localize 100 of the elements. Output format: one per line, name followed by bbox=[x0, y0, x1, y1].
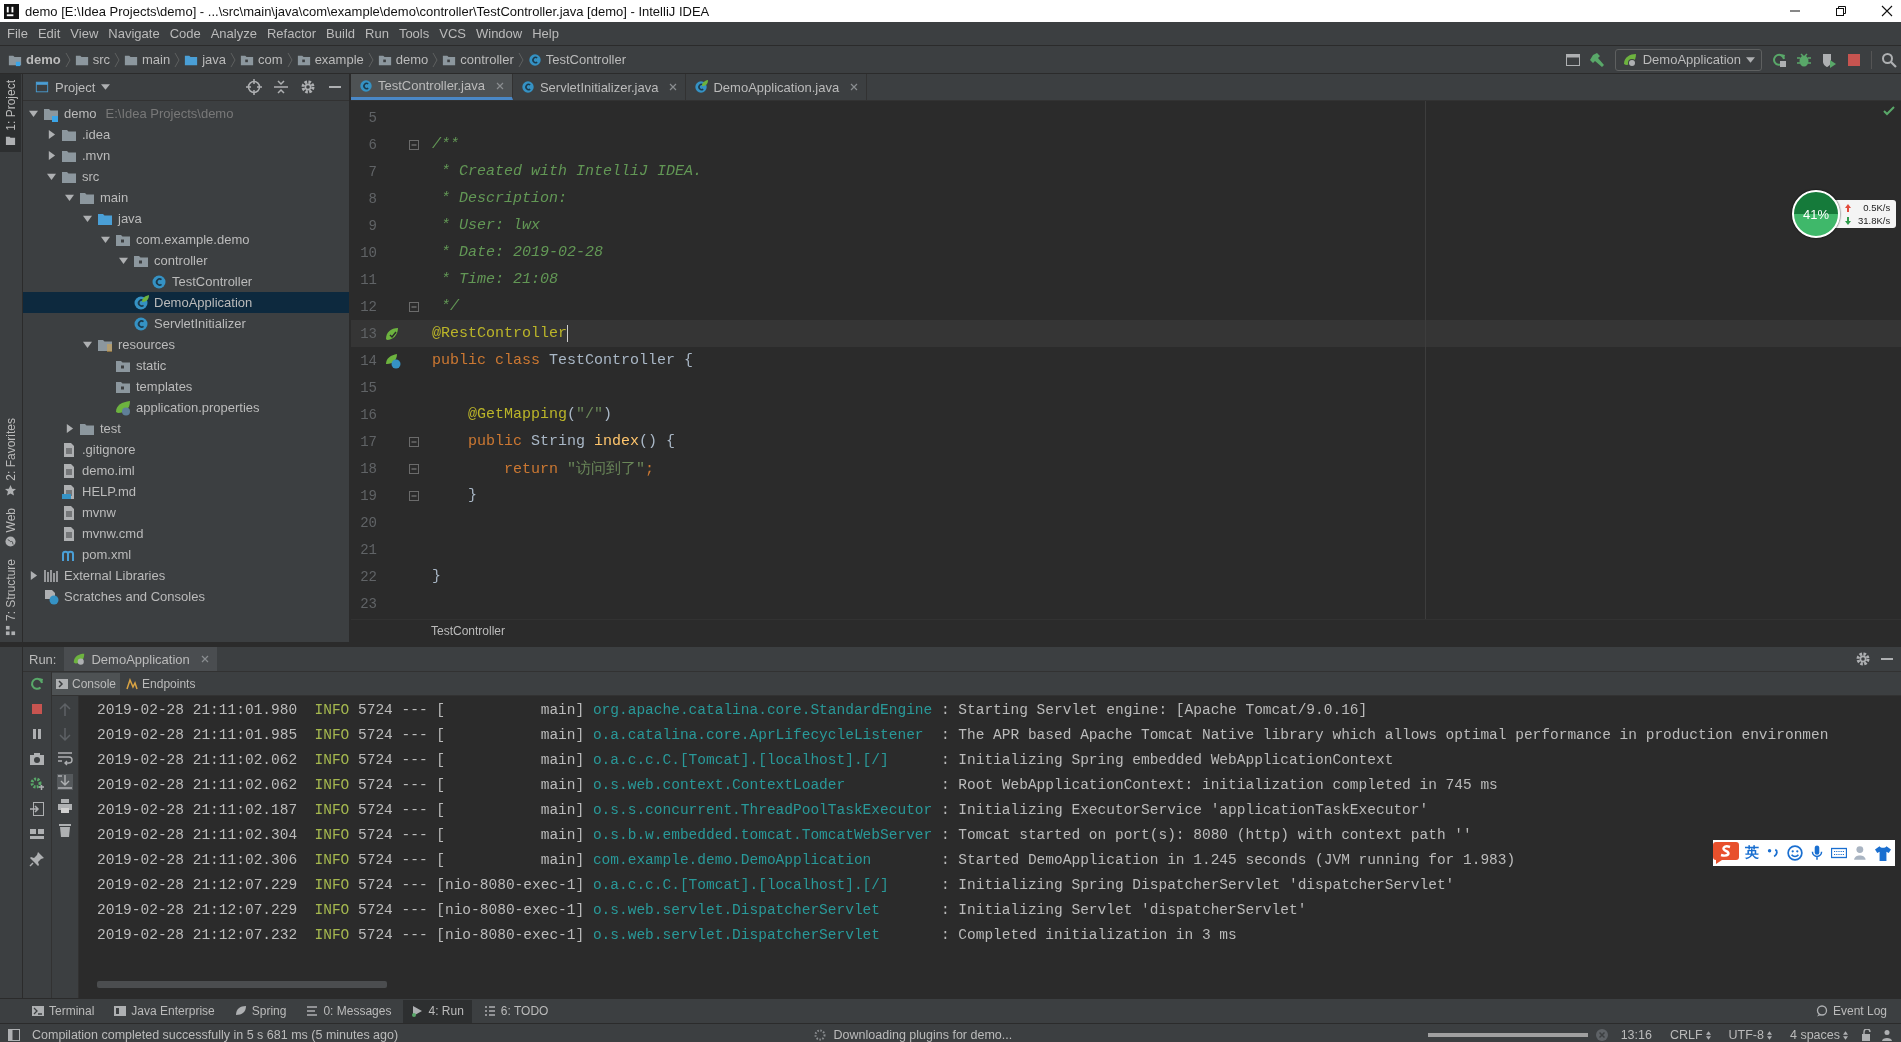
menu-item[interactable]: Analyze bbox=[205, 26, 262, 41]
tree-item[interactable]: src bbox=[23, 166, 349, 187]
expand-arrow-icon[interactable] bbox=[47, 130, 56, 139]
menu-item[interactable]: View bbox=[65, 26, 104, 41]
tree-item[interactable]: application.properties bbox=[23, 397, 349, 418]
console-tab[interactable]: Console bbox=[52, 672, 121, 695]
camera-icon[interactable] bbox=[29, 751, 45, 767]
menu-item[interactable]: Refactor bbox=[261, 26, 322, 41]
scroll-to-end-icon[interactable] bbox=[57, 774, 73, 790]
lock-icon[interactable] bbox=[1861, 1029, 1873, 1041]
expand-arrow-icon[interactable] bbox=[101, 235, 110, 244]
expand-arrow-icon[interactable] bbox=[65, 193, 74, 202]
menu-item[interactable]: Edit bbox=[32, 26, 66, 41]
close-icon[interactable] bbox=[1881, 5, 1893, 17]
settings-icon[interactable] bbox=[300, 79, 316, 95]
tree-item[interactable]: mvnw.cmd bbox=[23, 523, 349, 544]
tree-item[interactable]: External Libraries bbox=[23, 565, 349, 586]
tool-window-tab[interactable]: 1: Project bbox=[0, 74, 21, 152]
expand-arrow-icon[interactable] bbox=[119, 256, 128, 265]
breadcrumb-item[interactable]: src bbox=[74, 52, 110, 67]
tool-window-tab[interactable]: Web bbox=[0, 501, 21, 553]
gear-icon[interactable] bbox=[29, 776, 45, 792]
stop-icon[interactable] bbox=[29, 701, 45, 717]
tree-item[interactable]: DemoApplication bbox=[23, 292, 349, 313]
rerun-icon[interactable] bbox=[29, 676, 45, 692]
bug-icon[interactable] bbox=[1796, 51, 1812, 68]
tool-window-tab[interactable]: 7: Structure bbox=[0, 552, 21, 642]
tree-item[interactable]: demo.iml bbox=[23, 460, 349, 481]
tool-window-button[interactable]: 0: Messages bbox=[298, 999, 400, 1023]
editor-tab[interactable]: DemoApplication.java bbox=[686, 74, 868, 100]
menu-item[interactable]: Help bbox=[527, 26, 564, 41]
settings-icon[interactable] bbox=[1855, 651, 1871, 667]
run-configuration-dropdown[interactable]: DemoApplication bbox=[1614, 48, 1762, 71]
run-tab[interactable]: DemoApplication bbox=[64, 647, 217, 671]
tree-item[interactable]: HELP.md bbox=[23, 481, 349, 502]
tree-item[interactable]: .gitignore bbox=[23, 439, 349, 460]
project-view-dropdown[interactable]: Project bbox=[29, 78, 117, 96]
status-item[interactable]: CRLF bbox=[1664, 1028, 1716, 1042]
smiley-icon[interactable] bbox=[1787, 845, 1803, 861]
expand-arrow-icon[interactable] bbox=[29, 571, 38, 580]
tree-item[interactable]: pom.xml bbox=[23, 544, 349, 565]
stop-icon[interactable] bbox=[1846, 51, 1862, 68]
breadcrumb-item[interactable]: TestController bbox=[527, 52, 626, 67]
fold-marker-icon[interactable] bbox=[409, 301, 419, 312]
person-icon[interactable] bbox=[1881, 1029, 1893, 1041]
bean-icon[interactable] bbox=[385, 325, 401, 342]
expand-arrow-icon[interactable] bbox=[83, 214, 92, 223]
caret-position[interactable]: 13:16 bbox=[1615, 1028, 1657, 1042]
tool-window-button[interactable]: Spring bbox=[226, 999, 295, 1023]
crosshair-icon[interactable] bbox=[246, 79, 262, 95]
event-log-button[interactable]: Event Log bbox=[1807, 999, 1895, 1023]
menu-item[interactable]: Tools bbox=[393, 26, 435, 41]
menu-item[interactable]: Build bbox=[321, 26, 360, 41]
breadcrumb-item[interactable]: example bbox=[296, 52, 364, 67]
tree-item[interactable]: Scratches and Consoles bbox=[23, 586, 349, 607]
print-icon[interactable] bbox=[57, 798, 73, 814]
microphone-icon[interactable] bbox=[1809, 845, 1825, 861]
tree-item[interactable]: demo E:\Idea Projects\demo bbox=[23, 103, 349, 124]
tree-item[interactable]: main bbox=[23, 187, 349, 208]
trash-icon[interactable] bbox=[57, 822, 73, 838]
input-mode-label[interactable]: 英 bbox=[1745, 844, 1759, 862]
tree-item[interactable]: templates bbox=[23, 376, 349, 397]
tree-item[interactable]: .mvn bbox=[23, 145, 349, 166]
scrollbar-thumb[interactable] bbox=[97, 981, 387, 988]
menu-item[interactable]: Code bbox=[164, 26, 206, 41]
tool-window-button[interactable]: 4: Run bbox=[403, 999, 472, 1023]
tool-window-tab[interactable]: 2: Favorites bbox=[0, 411, 21, 502]
menu-item[interactable]: VCS bbox=[434, 26, 471, 41]
breadcrumb-item[interactable]: main bbox=[124, 52, 171, 67]
tree-item[interactable]: com.example.demo bbox=[23, 229, 349, 250]
menu-item[interactable]: Navigate bbox=[103, 26, 165, 41]
tree-item[interactable]: mvnw bbox=[23, 502, 349, 523]
tree-item[interactable]: controller bbox=[23, 250, 349, 271]
window-icon[interactable] bbox=[1564, 51, 1581, 68]
tree-item[interactable]: resources bbox=[23, 334, 349, 355]
breadcrumb-item[interactable]: java bbox=[184, 52, 227, 67]
console-tab[interactable]: Endpoints bbox=[122, 672, 200, 695]
tree-item[interactable]: ServletInitializer bbox=[23, 313, 349, 334]
layout-icon[interactable] bbox=[29, 826, 45, 842]
editor-tab[interactable]: ServletInitializer.java bbox=[512, 74, 687, 100]
menu-item[interactable]: Run bbox=[360, 26, 394, 41]
expand-arrow-icon[interactable] bbox=[83, 340, 92, 349]
restore-icon[interactable] bbox=[1835, 5, 1847, 17]
spring-class-icon[interactable] bbox=[385, 352, 401, 369]
tool-window-button[interactable]: Terminal bbox=[24, 999, 103, 1023]
breadcrumb-item[interactable]: com bbox=[240, 52, 283, 67]
shirt-icon[interactable] bbox=[1875, 845, 1891, 861]
editor-tab[interactable]: TestController.java bbox=[351, 74, 513, 100]
editor-breadcrumb[interactable]: TestController bbox=[431, 624, 506, 638]
tree-item[interactable]: .idea bbox=[23, 124, 349, 145]
fold-marker-icon[interactable] bbox=[409, 139, 419, 150]
fold-marker-icon[interactable] bbox=[409, 490, 419, 501]
menu-item[interactable]: File bbox=[2, 26, 33, 41]
fold-marker-icon[interactable] bbox=[409, 436, 419, 447]
hammer-icon[interactable] bbox=[1589, 51, 1606, 68]
expand-arrow-icon[interactable] bbox=[65, 424, 74, 433]
tree-item[interactable]: static bbox=[23, 355, 349, 376]
collapse-icon[interactable] bbox=[273, 79, 289, 95]
expand-arrow-icon[interactable] bbox=[47, 151, 56, 160]
tool-window-button[interactable]: Java Enterprise bbox=[106, 999, 223, 1023]
